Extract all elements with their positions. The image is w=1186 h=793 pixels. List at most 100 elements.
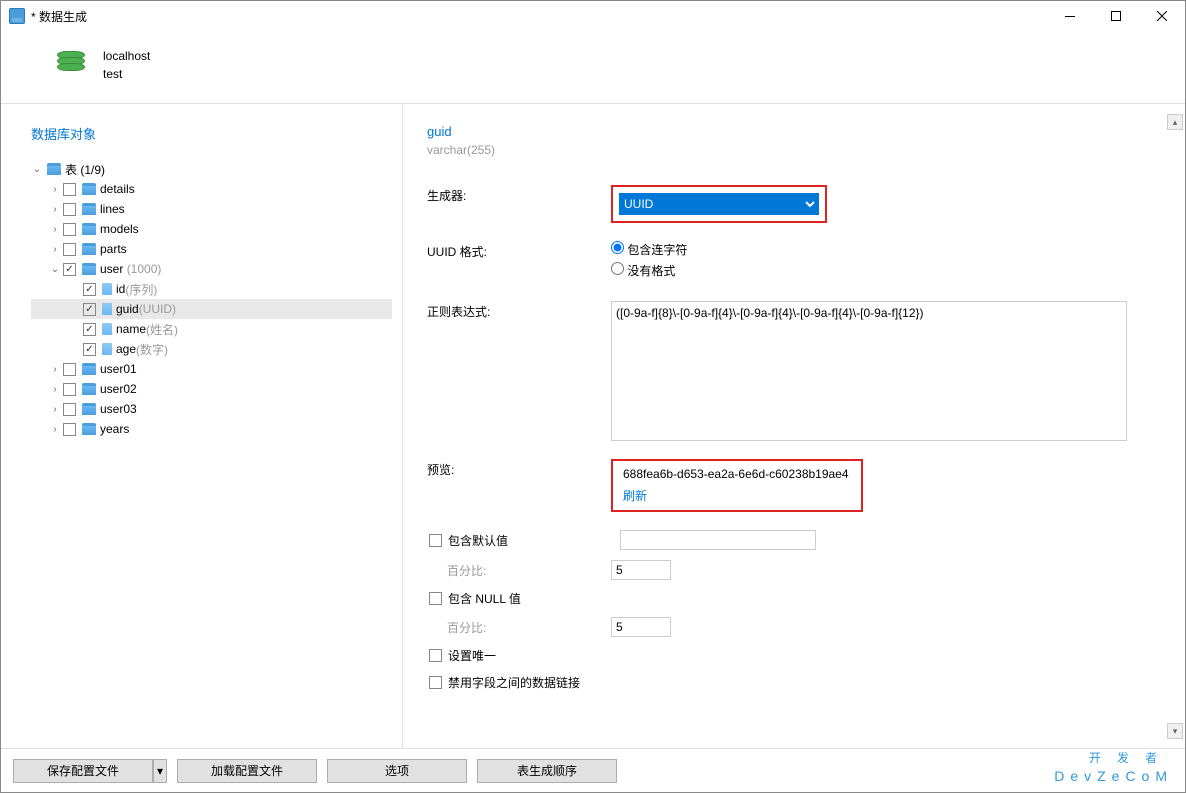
percent-null-input[interactable] xyxy=(611,617,671,637)
generator-select[interactable]: UUID xyxy=(619,193,819,215)
radio-no-format[interactable]: 没有格式 xyxy=(611,262,687,279)
include-null-label: 包含 NULL 值 xyxy=(448,590,521,607)
generator-label: 生成器: xyxy=(427,185,611,204)
maximize-button[interactable] xyxy=(1093,1,1139,31)
percent-default-input[interactable] xyxy=(611,560,671,580)
table-order-button[interactable]: 表生成顺序 xyxy=(477,759,617,783)
disable-link-row: 禁用字段之间的数据链接 xyxy=(427,674,1175,691)
column-name: name xyxy=(116,322,146,336)
checkbox[interactable] xyxy=(63,223,76,236)
left-panel: 数据库对象 ⌄ 表 (1/9) ›details›lines›models›pa… xyxy=(1,104,403,749)
chevron-right-icon[interactable]: › xyxy=(49,364,61,375)
include-null-checkbox[interactable] xyxy=(429,592,442,605)
save-config-button[interactable]: 保存配置文件 xyxy=(13,759,153,783)
object-tree: ⌄ 表 (1/9) ›details›lines›models›parts ⌄ … xyxy=(31,159,392,439)
tree-table-models[interactable]: ›models xyxy=(31,219,392,239)
scroll-up-icon[interactable]: ▴ xyxy=(1167,114,1183,130)
tree-table-parts[interactable]: ›parts xyxy=(31,239,392,259)
chevron-right-icon[interactable]: › xyxy=(49,404,61,415)
regex-label: 正则表达式: xyxy=(427,301,611,320)
load-config-button[interactable]: 加载配置文件 xyxy=(177,759,317,783)
table-name: user xyxy=(100,262,123,276)
titlebar: * 数据生成 xyxy=(1,1,1185,31)
checkbox[interactable]: ✓ xyxy=(83,323,96,336)
chevron-down-icon[interactable]: ⌄ xyxy=(49,264,61,275)
tree-column-name[interactable]: ✓ name (姓名) xyxy=(31,319,392,339)
include-default-label: 包含默认值 xyxy=(448,532,508,549)
checkbox[interactable]: ✓ xyxy=(83,303,96,316)
preview-highlight: 688fea6b-d653-ea2a-6e6d-c60238b19ae4 刷新 xyxy=(611,459,863,512)
minimize-button[interactable] xyxy=(1047,1,1093,31)
tree-table-details[interactable]: ›details xyxy=(31,179,392,199)
checkbox[interactable] xyxy=(63,363,76,376)
refresh-link[interactable]: 刷新 xyxy=(623,487,647,504)
tree-table-user03[interactable]: › user03 xyxy=(31,399,392,419)
include-default-checkbox[interactable] xyxy=(429,534,442,547)
table-icon xyxy=(82,423,96,435)
include-default-row: 包含默认值 xyxy=(427,530,1175,550)
table-icon xyxy=(82,263,96,275)
percent-null-label: 百分比: xyxy=(427,617,611,636)
column-hint: (姓名) xyxy=(146,321,178,338)
database-icon xyxy=(57,51,89,79)
preview-value: 688fea6b-d653-ea2a-6e6d-c60238b19ae4 xyxy=(623,467,849,481)
column-name: guid xyxy=(116,302,139,316)
footer-toolbar: 保存配置文件 ▾ 加载配置文件 选项 表生成顺序 xyxy=(1,748,1185,792)
checkbox[interactable]: ✓ xyxy=(83,283,96,296)
close-button[interactable] xyxy=(1139,1,1185,31)
checkbox[interactable] xyxy=(63,423,76,436)
tree-column-age[interactable]: ✓age (数字) xyxy=(31,339,392,359)
save-config-dropdown[interactable]: ▾ xyxy=(153,759,167,783)
tree-table-years[interactable]: › years xyxy=(31,419,392,439)
tree-table-user01[interactable]: › user01 xyxy=(31,359,392,379)
tree-tables-root[interactable]: ⌄ 表 (1/9) xyxy=(31,159,392,179)
regex-textarea[interactable]: ([0-9a-f]{8}\-[0-9a-f]{4}\-[0-9a-f]{4}\-… xyxy=(611,301,1127,441)
chevron-right-icon[interactable]: › xyxy=(49,424,61,435)
scrollbar[interactable]: ▴ ▾ xyxy=(1167,114,1183,739)
tree-table-user[interactable]: ⌄ ✓ user (1000) xyxy=(31,259,392,279)
checkbox[interactable] xyxy=(63,183,76,196)
include-null-row: 包含 NULL 值 xyxy=(427,590,1175,607)
chevron-right-icon[interactable]: › xyxy=(49,244,61,255)
checkbox[interactable] xyxy=(63,243,76,256)
right-panel: guid varchar(255) 生成器: UUID UUID 格式: 包含连… xyxy=(403,104,1185,749)
tree-table-lines[interactable]: ›lines xyxy=(31,199,392,219)
unique-checkbox[interactable] xyxy=(429,649,442,662)
options-button[interactable]: 选项 xyxy=(327,759,467,783)
column-icon xyxy=(102,303,112,315)
checkbox[interactable] xyxy=(63,403,76,416)
unique-row: 设置唯一 xyxy=(427,647,1175,664)
generator-highlight: UUID xyxy=(611,185,827,223)
table-icon xyxy=(82,363,96,375)
disable-link-checkbox[interactable] xyxy=(429,676,442,689)
table-name: years xyxy=(100,422,129,436)
chevron-right-icon[interactable]: › xyxy=(49,224,61,235)
column-hint: (序列) xyxy=(125,281,157,298)
unique-label: 设置唯一 xyxy=(448,647,496,664)
tree-column-guid[interactable]: ✓guid (UUID) xyxy=(31,299,392,319)
table-icon xyxy=(82,183,96,195)
default-value-input[interactable] xyxy=(620,530,816,550)
chevron-right-icon[interactable]: › xyxy=(49,184,61,195)
checkbox[interactable]: ✓ xyxy=(63,263,76,276)
checkbox[interactable]: ✓ xyxy=(83,343,96,356)
app-icon xyxy=(9,8,25,24)
uuid-format-label: UUID 格式: xyxy=(427,241,611,260)
chevron-down-icon[interactable]: ⌄ xyxy=(31,164,43,175)
percent-default-label: 百分比: xyxy=(427,560,611,579)
chevron-right-icon[interactable]: › xyxy=(49,204,61,215)
table-name: user01 xyxy=(100,362,137,376)
column-name: id xyxy=(116,282,125,296)
table-icon xyxy=(82,403,96,415)
table-name: user02 xyxy=(100,382,137,396)
scroll-down-icon[interactable]: ▾ xyxy=(1167,723,1183,739)
checkbox[interactable] xyxy=(63,383,76,396)
radio-with-hyphen[interactable]: 包含连字符 xyxy=(611,241,687,258)
disable-link-label: 禁用字段之间的数据链接 xyxy=(448,674,580,691)
checkbox[interactable] xyxy=(63,203,76,216)
tree-table-user02[interactable]: › user02 xyxy=(31,379,392,399)
chevron-right-icon[interactable]: › xyxy=(49,384,61,395)
tree-column-id[interactable]: ✓ id (序列) xyxy=(31,279,392,299)
column-hint: (数字) xyxy=(136,341,168,358)
table-name: user03 xyxy=(100,402,137,416)
